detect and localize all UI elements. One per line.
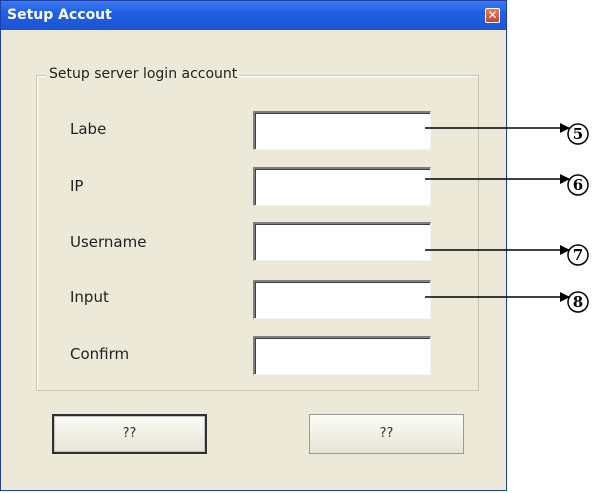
callout-label-8: 8 [573,293,583,311]
callout-label-6: 6 [573,176,583,194]
callout-annotations: 5 6 7 8 [425,123,589,313]
callout-label-7: 7 [573,246,583,264]
callout-label-5: 5 [573,125,583,143]
